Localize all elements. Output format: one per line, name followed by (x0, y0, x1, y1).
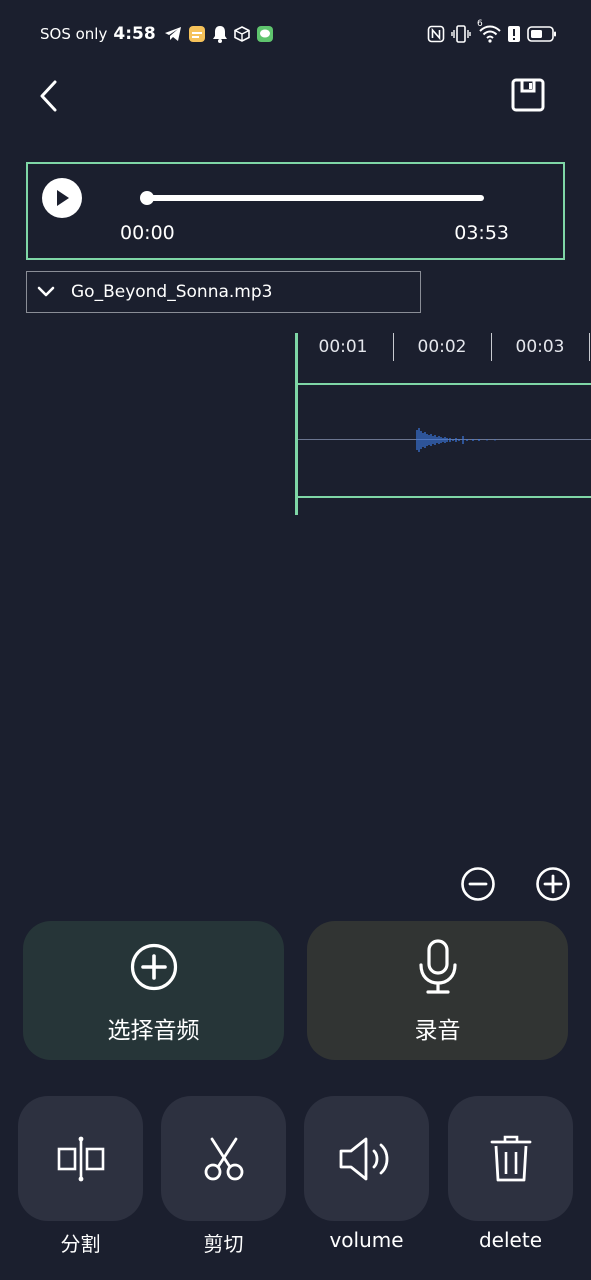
play-icon (57, 190, 69, 206)
cut-button[interactable] (161, 1096, 286, 1221)
scissors-icon (204, 1137, 243, 1180)
progress-track[interactable] (144, 195, 484, 201)
record-button[interactable]: 录音 (307, 921, 568, 1060)
play-button[interactable] (42, 178, 82, 218)
save-button[interactable] (507, 74, 549, 116)
status-bar-left: SOS only 4:58 (40, 22, 274, 46)
chevron-left-icon (40, 80, 57, 112)
select-audio-button[interactable]: 选择音频 (23, 921, 284, 1060)
file-name: Go_Beyond_Sonna.mp3 (71, 282, 273, 302)
notes-app-icon (188, 26, 205, 42)
nfc-icon (427, 25, 445, 43)
cube-icon (233, 26, 250, 42)
chat-app-icon (256, 26, 273, 42)
audio-player: 00:00 03:53 (26, 162, 565, 260)
ruler-label: 00:03 (515, 337, 565, 357)
select-audio-label: 选择音频 (107, 1018, 200, 1044)
back-button[interactable] (28, 76, 68, 116)
ruler-label: 00:02 (417, 337, 467, 357)
ruler-label: 00:01 (318, 337, 368, 357)
clock-time: 4:58 (113, 24, 156, 44)
current-time: 00:00 (120, 222, 175, 244)
bell-icon (212, 26, 227, 43)
timeline[interactable]: 00:01 00:02 00:03 (295, 333, 591, 515)
add-circle-icon (130, 943, 177, 991)
track-border-top (298, 383, 591, 385)
record-label: 录音 (414, 1018, 461, 1044)
split-button[interactable] (18, 1096, 143, 1221)
delete-label: delete (478, 1228, 542, 1252)
zoom-out-icon (461, 867, 495, 901)
wifi-icon: 6 (477, 19, 501, 43)
status-bar-right: 6 (427, 19, 557, 46)
ruler-tick (589, 333, 590, 361)
total-time: 03:53 (454, 222, 509, 244)
delete-button[interactable] (448, 1096, 573, 1221)
volume-button[interactable] (304, 1096, 429, 1221)
trash-icon (490, 1135, 531, 1181)
carrier-text: SOS only (40, 25, 108, 43)
status-bar: SOS only 4:58 6 (0, 0, 591, 66)
cut-label: 剪切 (203, 1232, 244, 1256)
zoom-out-button[interactable] (459, 865, 497, 903)
alert-icon (508, 26, 520, 42)
chevron-down-icon (37, 286, 55, 297)
split-label: 分割 (60, 1232, 101, 1256)
split-icon (57, 1136, 104, 1181)
track-border-bottom (298, 496, 591, 498)
wifi-generation-label: 6 (477, 19, 483, 29)
waveform (416, 428, 496, 452)
battery-icon (527, 26, 556, 42)
telegram-icon (164, 27, 181, 41)
progress-knob[interactable] (140, 191, 154, 205)
playhead[interactable] (295, 333, 298, 515)
microphone-icon (418, 939, 457, 994)
vibrate-icon (451, 25, 471, 43)
zoom-in-button[interactable] (534, 865, 572, 903)
file-dropdown[interactable]: Go_Beyond_Sonna.mp3 (26, 271, 421, 313)
zoom-in-icon (536, 867, 570, 901)
speaker-icon (339, 1137, 388, 1180)
save-icon (511, 78, 545, 112)
volume-label: volume (329, 1228, 404, 1252)
